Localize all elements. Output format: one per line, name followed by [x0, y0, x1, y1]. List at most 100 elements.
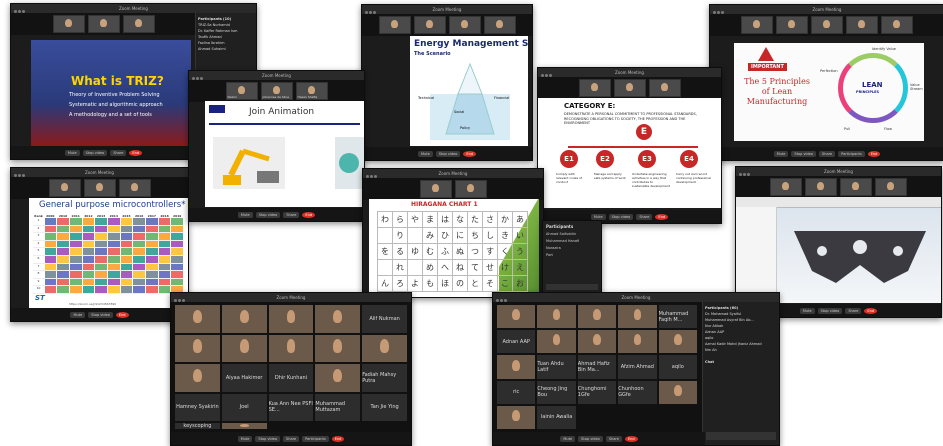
share-button[interactable]: Share — [845, 307, 862, 314]
chat-input[interactable] — [546, 284, 598, 290]
participant-tile[interactable]: lainin Awalia — [537, 405, 576, 429]
participant-thumb[interactable] — [811, 16, 843, 34]
participant-thumb[interactable] — [52, 15, 85, 33]
share-button[interactable]: Share — [819, 150, 836, 157]
participant-item[interactable]: Ahmad Saifuddin — [546, 232, 598, 236]
participant-item[interactable]: Muhammad Asyraf Bin Ab... — [705, 318, 777, 322]
mute-button[interactable]: Mute — [237, 435, 253, 442]
video-button[interactable]: Stop video — [255, 435, 281, 442]
participant-tile[interactable] — [497, 305, 536, 329]
video-button[interactable]: Stop video — [435, 150, 461, 157]
participant-item[interactable]: Taufik Ahmad — [198, 35, 254, 39]
participant-tile[interactable] — [537, 330, 576, 354]
video-button[interactable]: Stop video — [82, 149, 108, 156]
participant-tile[interactable]: Joel — [221, 393, 267, 421]
mute-button[interactable]: Mute — [590, 213, 606, 220]
share-button[interactable]: Share — [605, 435, 622, 442]
participant-tile[interactable]: Chunhoon GGfe — [618, 380, 657, 404]
participants-button[interactable]: Participants — [838, 150, 865, 157]
participant-item[interactable]: Ahmad Suhaimi — [198, 47, 254, 51]
participant-thumb[interactable] — [770, 178, 802, 196]
participant-tile[interactable] — [175, 364, 220, 392]
participant-thumb[interactable] — [805, 178, 837, 196]
participant-tile[interactable] — [268, 334, 314, 362]
video-button[interactable]: Stop video — [578, 435, 603, 442]
participant-thumb[interactable] — [613, 79, 646, 97]
participant-thumb[interactable] — [578, 79, 611, 97]
participant-thumb[interactable]: Hasan Shafiq — [295, 82, 328, 100]
participant-thumb[interactable] — [881, 16, 913, 34]
mute-button[interactable]: Mute — [237, 211, 253, 218]
participant-tile[interactable]: Muhammad Muttazam — [315, 393, 361, 421]
video-button[interactable]: Stop video — [88, 311, 113, 318]
participant-tile[interactable] — [577, 305, 617, 329]
participant-thumb[interactable]: Johannes da Silva — [260, 82, 293, 100]
participant-thumb[interactable] — [118, 179, 151, 197]
participant-item[interactable]: Adnan AAP — [705, 330, 777, 334]
participant-item[interactable]: Fazlina Ibrahim — [198, 41, 254, 45]
participant-tile[interactable] — [175, 305, 220, 333]
participant-tile[interactable] — [658, 380, 697, 404]
participant-thumb[interactable] — [413, 16, 446, 34]
participant-thumb[interactable] — [483, 16, 516, 34]
participant-tile[interactable] — [618, 330, 657, 354]
participant-tile[interactable] — [618, 305, 657, 329]
participant-tile[interactable]: Chunghomi 1Gfe — [577, 380, 617, 404]
participant-tile[interactable]: Kua Ann Nee PSFI SE... — [268, 393, 314, 421]
participant-tile[interactable]: Aiyaa Hakimer — [221, 364, 267, 392]
mute-button[interactable]: Mute — [560, 435, 576, 442]
participant-item[interactable]: Dr. Kaffer Rahman Ism — [198, 29, 254, 33]
video-button[interactable]: Stop video — [791, 150, 817, 157]
participant-tile[interactable]: Adnan AAP — [497, 330, 536, 354]
end-button[interactable]: End — [463, 150, 477, 157]
participant-tile[interactable]: Dhir Kunhani — [268, 364, 314, 392]
participant-tile[interactable]: Cheong Jing Bou — [537, 380, 576, 404]
participant-tile[interactable] — [537, 305, 576, 329]
participant-tile[interactable]: ric — [497, 380, 536, 404]
participant-tile[interactable]: Muhammad Faqih M... — [658, 305, 697, 329]
participant-tile[interactable] — [221, 423, 267, 429]
participant-thumb[interactable] — [776, 16, 808, 34]
participant-tile[interactable] — [268, 305, 314, 333]
mute-button[interactable]: Mute — [64, 149, 80, 156]
participant-thumb[interactable] — [87, 15, 120, 33]
share-button[interactable]: Share — [283, 435, 300, 442]
participant-tile[interactable] — [497, 355, 536, 379]
participant-item[interactable]: Nm Ah — [705, 348, 777, 352]
share-button[interactable]: Share — [283, 211, 300, 218]
end-button[interactable]: End — [867, 150, 881, 157]
participant-tile[interactable] — [577, 330, 617, 354]
chat-input[interactable] — [706, 432, 776, 440]
participants-button[interactable]: Participants — [302, 435, 329, 442]
end-button[interactable]: End — [864, 307, 878, 314]
participant-thumb[interactable] — [419, 180, 452, 198]
participant-tile[interactable]: aqilo — [658, 355, 697, 379]
participant-thumb[interactable] — [122, 15, 155, 33]
end-button[interactable]: End — [302, 211, 316, 218]
participant-tile[interactable] — [315, 305, 361, 333]
participant-thumb[interactable] — [454, 180, 487, 198]
participant-tile[interactable] — [362, 334, 407, 362]
participant-tile[interactable] — [315, 334, 361, 362]
mute-button[interactable]: Mute — [773, 150, 789, 157]
participant-item[interactable]: Nur Atikah — [705, 324, 777, 328]
participant-thumb[interactable]: Nazrin — [225, 82, 258, 100]
participant-item[interactable]: Muhammad Hanafi — [546, 239, 598, 243]
participant-tile[interactable]: Ahmad Hafiz Bin Ma... — [577, 355, 617, 379]
participant-tile[interactable]: Tan Jie Ying — [362, 393, 407, 421]
mute-button[interactable]: Mute — [70, 311, 86, 318]
participant-tile[interactable] — [175, 334, 220, 362]
participant-tile[interactable]: Alif Nukman — [362, 305, 407, 333]
participant-tile[interactable] — [221, 334, 267, 362]
participant-tile[interactable]: Hamney Syakirin — [175, 393, 220, 421]
participant-item[interactable]: Dr. Mohamad Syaiful — [705, 312, 777, 316]
end-button[interactable]: End — [624, 435, 638, 442]
participant-item[interactable]: TRIZ-Sa Nurhamid — [198, 23, 254, 27]
participant-thumb[interactable] — [83, 179, 116, 197]
mute-button[interactable]: Mute — [417, 150, 433, 157]
end-button[interactable]: End — [129, 149, 143, 156]
share-button[interactable]: Share — [636, 213, 653, 220]
participant-item[interactable]: Azmal Kadir Mohd Jhaniz Ahmad — [705, 342, 777, 346]
participant-thumb[interactable] — [846, 16, 878, 34]
participant-thumb[interactable] — [741, 16, 773, 34]
